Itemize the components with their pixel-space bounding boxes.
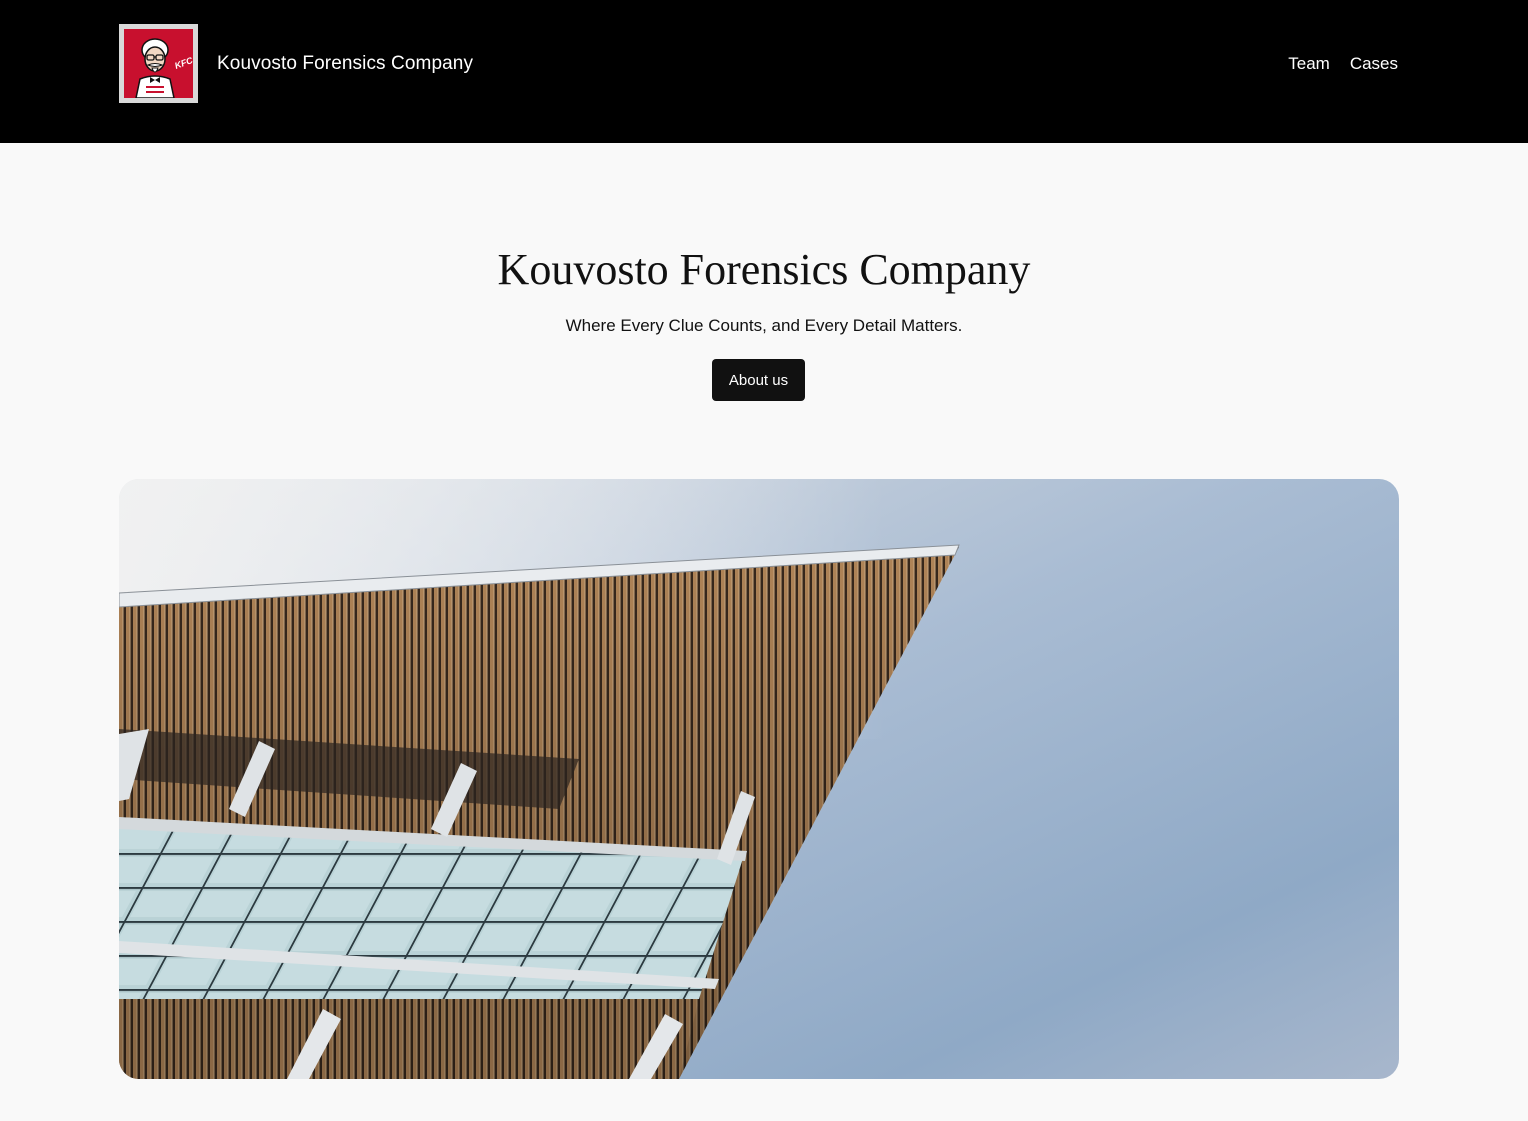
nav-item-cases[interactable]: Cases bbox=[1350, 51, 1398, 77]
site-title[interactable]: Kouvosto Forensics Company bbox=[217, 51, 473, 77]
hero-title: Kouvosto Forensics Company bbox=[497, 245, 1031, 294]
building-facade-illustration bbox=[119, 479, 1399, 1079]
primary-nav: Team Cases bbox=[1288, 51, 1398, 77]
nav-item-team[interactable]: Team bbox=[1288, 51, 1330, 77]
hero-subtitle: Where Every Clue Counts, and Every Detai… bbox=[565, 316, 963, 335]
hero-building-image bbox=[119, 479, 1399, 1079]
site-logo[interactable]: KFC bbox=[119, 24, 198, 103]
colonel-portrait-logo-icon: KFC bbox=[124, 29, 193, 98]
site-header: KFC Kouvosto Forensics Company Team Case… bbox=[0, 0, 1528, 143]
about-us-button[interactable]: About us bbox=[712, 359, 805, 401]
